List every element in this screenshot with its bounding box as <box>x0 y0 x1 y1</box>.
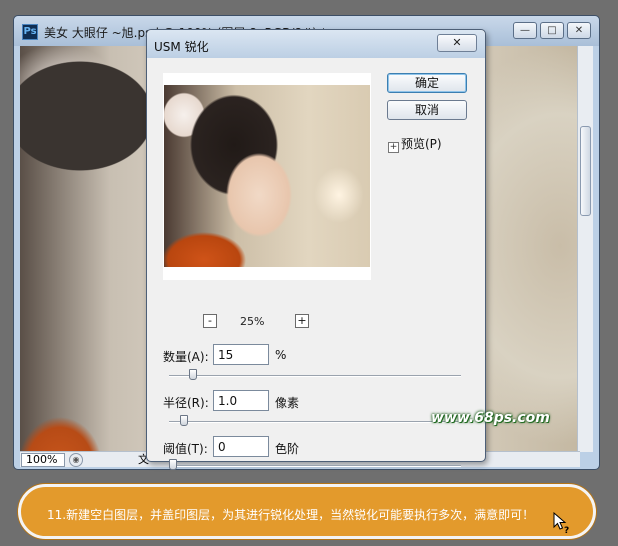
radius-label: 半径(R): <box>163 396 209 410</box>
zoom-out-button[interactable]: - <box>203 314 217 328</box>
radius-input[interactable] <box>213 390 269 411</box>
status-menu-icon[interactable]: ◉ <box>69 453 83 467</box>
svg-text:?: ? <box>564 526 569 534</box>
dialog-body: - 25% + 确定 取消 +预览(P) 数量(A): % 半径(R): 像素 … <box>151 58 481 470</box>
close-button[interactable]: ✕ <box>567 22 591 39</box>
radius-slider-thumb[interactable] <box>180 415 188 426</box>
minimize-button[interactable]: — <box>513 22 537 39</box>
help-cursor-icon: ? <box>553 512 569 534</box>
preview-image[interactable] <box>164 85 370 267</box>
preview-zoom-value: 25% <box>240 315 265 328</box>
scrollbar-thumb[interactable] <box>580 126 591 216</box>
tutorial-caption: 11.新建空白图层，并盖印图层，为其进行锐化处理，当然锐化可能要执行多次，满意即… <box>18 484 596 539</box>
preview-zoom-controls: - 25% + <box>203 314 309 330</box>
amount-slider-thumb[interactable] <box>189 369 197 380</box>
dialog-titlebar[interactable]: USM 锐化 ✕ <box>147 30 485 58</box>
preview-checkbox-row[interactable]: + 预览(P) <box>388 135 442 153</box>
zoom-level-field[interactable]: 100% <box>21 453 65 467</box>
vertical-scrollbar[interactable] <box>577 46 593 452</box>
threshold-unit: 色阶 <box>275 442 300 456</box>
dialog-title: USM 锐化 <box>154 40 209 54</box>
caption-text: 11.新建空白图层，并盖印图层，为其进行锐化处理，当然锐化可能要执行多次，满意即… <box>47 508 535 522</box>
preview-checkbox[interactable]: + <box>388 142 399 153</box>
amount-input[interactable] <box>213 344 269 365</box>
ok-button[interactable]: 确定 <box>387 73 467 93</box>
photoshop-logo-icon: Ps <box>22 24 38 40</box>
dialog-close-button[interactable]: ✕ <box>437 34 477 52</box>
threshold-slider-thumb[interactable] <box>169 459 177 470</box>
radius-unit: 像素 <box>275 396 300 410</box>
threshold-label: 阈值(T): <box>163 442 208 456</box>
radius-slider[interactable] <box>169 415 461 426</box>
threshold-input[interactable] <box>213 436 269 457</box>
cancel-button[interactable]: 取消 <box>387 100 467 120</box>
site-watermark: www.68ps.com <box>431 410 550 426</box>
amount-unit: % <box>275 348 287 362</box>
preview-label: 预览(P) <box>401 137 442 151</box>
threshold-slider[interactable] <box>169 459 461 470</box>
preview-frame[interactable] <box>163 73 371 280</box>
amount-label: 数量(A): <box>163 350 209 364</box>
zoom-in-button[interactable]: + <box>295 314 309 328</box>
maximize-button[interactable]: □ <box>540 22 564 39</box>
usm-sharpen-dialog: USM 锐化 ✕ - 25% + 确定 取消 +预览(P) 数量(A): % 半… <box>146 29 486 470</box>
amount-slider[interactable] <box>169 369 461 380</box>
